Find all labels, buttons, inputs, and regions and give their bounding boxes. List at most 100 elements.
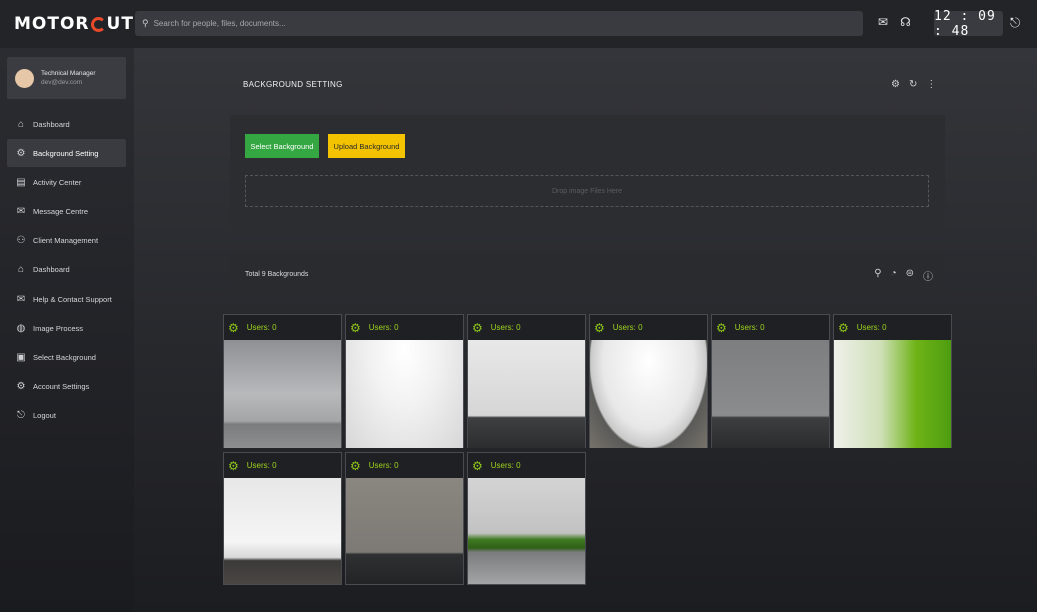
card-header: ⚙ Users: 0 bbox=[834, 315, 951, 340]
background-thumbnail[interactable] bbox=[346, 340, 463, 448]
gear-icon: ⚙ bbox=[16, 381, 26, 393]
sidebar-item-account-settings[interactable]: ⚙ Account Settings bbox=[7, 373, 126, 401]
upload-panel: Select Background Upload Background Drop… bbox=[230, 115, 945, 235]
background-thumbnail[interactable] bbox=[834, 340, 951, 448]
avatar bbox=[15, 68, 34, 88]
home-icon: ⌂ bbox=[17, 118, 25, 130]
select-background-icon: ▣ bbox=[16, 352, 26, 363]
upload-background-button[interactable]: Upload Background bbox=[328, 134, 405, 158]
background-card[interactable]: ⚙ Users: 0 bbox=[345, 314, 464, 448]
sidebar-item-label: Select Background bbox=[33, 353, 96, 362]
gear-icon[interactable]: ⚙ bbox=[716, 321, 727, 335]
sidebar-item-label: Message Centre bbox=[33, 207, 89, 217]
logout-icon: ⎋ bbox=[17, 410, 25, 422]
card-header: ⚙ Users: 0 bbox=[712, 315, 829, 340]
background-thumbnail[interactable] bbox=[224, 340, 341, 448]
history-icon[interactable]: ◔ bbox=[891, 268, 897, 283]
select-background-button[interactable]: Select Background bbox=[245, 134, 319, 158]
card-header: ⚙ Users: 0 bbox=[590, 315, 707, 340]
more-vertical-icon[interactable]: ⋮ bbox=[926, 79, 936, 90]
sidebar-item-activity-center[interactable]: ▤ Activity Center bbox=[7, 168, 126, 196]
logo-text-left: MOTOR bbox=[14, 14, 90, 34]
gear-icon[interactable]: ⚙ bbox=[472, 459, 483, 473]
gear-icon: ⚙ bbox=[16, 147, 26, 159]
logo[interactable]: MOTOR UT bbox=[0, 14, 134, 34]
image-process-icon: ◍ bbox=[16, 322, 26, 334]
sidebar-item-message-centre[interactable]: ✉ Message Centre bbox=[7, 198, 126, 226]
search-icon: ⚲ bbox=[142, 18, 149, 28]
background-thumbnail[interactable] bbox=[590, 340, 707, 448]
sidebar-item-dashboard[interactable]: ⌂ Dashboard bbox=[7, 110, 126, 138]
background-card[interactable]: ⚙ Users: 0 bbox=[345, 452, 464, 585]
sidebar-item-help-contact-support[interactable]: ✉ Help & Contact Support bbox=[7, 285, 126, 313]
sidebar-item-label: Logout bbox=[33, 411, 56, 421]
background-thumbnail[interactable] bbox=[224, 478, 341, 584]
background-card[interactable]: ⚙ Users: 0 bbox=[589, 314, 708, 448]
gear-icon[interactable]: ⚙ bbox=[350, 459, 361, 473]
refresh-icon[interactable]: ↻ bbox=[909, 79, 917, 90]
sidebar-item-dashboard[interactable]: ⌂ Dashboard bbox=[7, 256, 126, 284]
background-card[interactable]: ⚙ Users: 0 bbox=[467, 452, 586, 585]
search-icon[interactable]: ⚲ bbox=[874, 268, 881, 283]
logo-c-icon bbox=[90, 16, 106, 32]
card-header: ⚙ Users: 0 bbox=[346, 315, 463, 340]
sidebar-item-logout[interactable]: ⎋ Logout bbox=[7, 402, 126, 430]
mail-icon[interactable]: ✉ bbox=[878, 15, 888, 29]
headset-icon[interactable]: ☊ bbox=[900, 15, 911, 29]
card-header: ⚙ Users: 0 bbox=[468, 453, 585, 478]
gear-icon[interactable]: ⚙ bbox=[838, 321, 849, 335]
logout-icon[interactable]: ⎋ bbox=[1010, 15, 1020, 31]
backgrounds-toolbar: Total 9 Backgrounds ⚲ ◔ ⊜ ⓘ bbox=[230, 255, 945, 294]
background-card[interactable]: ⚙ Users: 0 bbox=[711, 314, 830, 448]
top-bar: MOTOR UT ⚲ Search for people, files, docu… bbox=[0, 0, 1037, 48]
gear-icon[interactable]: ⚙ bbox=[350, 321, 361, 335]
logo-text-right: UT bbox=[106, 14, 134, 34]
background-card[interactable]: ⚙ Users: 0 bbox=[223, 452, 342, 585]
sidebar-item-select-background[interactable]: ▣ Select Background bbox=[7, 344, 126, 372]
profile-email: dev@dev.com bbox=[41, 79, 83, 86]
dropzone[interactable]: Drop image Files Here bbox=[245, 175, 929, 207]
search-placeholder: Search for people, files, documents... bbox=[153, 19, 286, 28]
mail-icon: ✉ bbox=[16, 206, 26, 218]
background-thumbnail[interactable] bbox=[346, 478, 463, 584]
users-icon: ⚇ bbox=[16, 235, 26, 247]
sidebar-item-client-management[interactable]: ⚇ Client Management bbox=[7, 227, 126, 255]
card-header: ⚙ Users: 0 bbox=[468, 315, 585, 340]
card-header: ⚙ Users: 0 bbox=[224, 453, 341, 478]
sidebar-item-label: Account Settings bbox=[33, 382, 90, 392]
background-thumbnail[interactable] bbox=[468, 340, 585, 448]
users-count: Users: 0 bbox=[734, 323, 765, 332]
sidebar-item-label: Background Setting bbox=[33, 148, 99, 158]
user-profile[interactable]: Technical Manager dev@dev.com bbox=[7, 57, 126, 99]
users-count: Users: 0 bbox=[368, 461, 399, 470]
background-card[interactable]: ⚙ Users: 0 bbox=[223, 314, 342, 448]
sidebar-item-label: Dashboard bbox=[33, 265, 70, 275]
total-backgrounds: Total 9 Backgrounds bbox=[245, 271, 309, 278]
gear-icon[interactable]: ⚙ bbox=[228, 459, 239, 473]
page-title: BACKGROUND SETTING bbox=[243, 80, 343, 89]
background-card[interactable]: ⚙ Users: 0 bbox=[467, 314, 586, 448]
settings-icon[interactable]: ⚙ bbox=[891, 79, 900, 90]
sidebar-nav: ⌂ Dashboard ⚙ Background Setting ▤ Activity C… bbox=[7, 110, 126, 431]
gear-icon[interactable]: ⚙ bbox=[228, 321, 239, 335]
sidebar-item-label: Client Management bbox=[33, 236, 99, 246]
sidebar-item-background-setting[interactable]: ⚙ Background Setting bbox=[7, 139, 126, 168]
background-thumbnail[interactable] bbox=[712, 340, 829, 448]
users-count: Users: 0 bbox=[246, 323, 277, 332]
clock: 12 : 09 : 48 bbox=[934, 9, 1003, 39]
info-icon[interactable]: ⓘ bbox=[923, 268, 933, 283]
background-thumbnail[interactable] bbox=[468, 478, 585, 584]
filter-icon[interactable]: ⊜ bbox=[906, 268, 914, 283]
users-count: Users: 0 bbox=[612, 323, 643, 332]
gear-icon[interactable]: ⚙ bbox=[594, 321, 605, 335]
gear-icon[interactable]: ⚙ bbox=[472, 321, 483, 335]
card-header: ⚙ Users: 0 bbox=[346, 453, 463, 478]
sidebar-item-label: Image Process bbox=[33, 323, 84, 333]
background-card[interactable]: ⚙ Users: 0 bbox=[833, 314, 952, 448]
sidebar-item-label: Help & Contact Support bbox=[33, 294, 112, 304]
search-input[interactable]: ⚲ Search for people, files, documents... bbox=[135, 11, 863, 36]
users-count: Users: 0 bbox=[490, 323, 521, 332]
sidebar-item-image-process[interactable]: ◍ Image Process bbox=[7, 314, 126, 342]
activity-icon: ▤ bbox=[16, 176, 26, 188]
users-count: Users: 0 bbox=[490, 461, 521, 470]
